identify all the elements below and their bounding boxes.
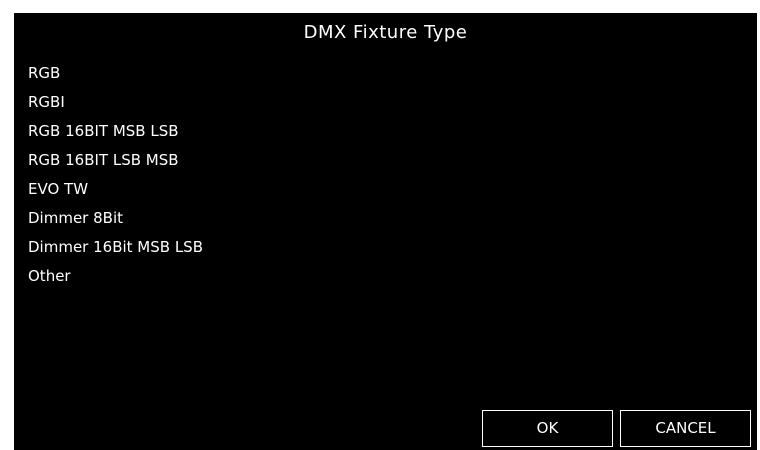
fixture-option-evo-tw[interactable]: EVO TW bbox=[28, 175, 203, 204]
fixture-option-rgb-16bit-lsb-msb[interactable]: RGB 16BIT LSB MSB bbox=[28, 146, 203, 175]
fixture-option-other[interactable]: Other bbox=[28, 262, 203, 291]
fixture-type-list: RGB RGBI RGB 16BIT MSB LSB RGB 16BIT LSB… bbox=[28, 59, 203, 291]
fixture-option-rgbi[interactable]: RGBI bbox=[28, 88, 203, 117]
fixture-option-rgb[interactable]: RGB bbox=[28, 59, 203, 88]
ok-button[interactable]: OK bbox=[482, 410, 613, 447]
fixture-option-dimmer-8bit[interactable]: Dimmer 8Bit bbox=[28, 204, 203, 233]
dialog-title: DMX Fixture Type bbox=[303, 22, 468, 43]
fixture-option-rgb-16bit-msb-lsb[interactable]: RGB 16BIT MSB LSB bbox=[28, 117, 203, 146]
fixture-type-dialog: DMX Fixture Type RGB RGBI RGB 16BIT MSB … bbox=[14, 13, 757, 450]
fixture-option-dimmer-16bit-msb-lsb[interactable]: Dimmer 16Bit MSB LSB bbox=[28, 233, 203, 262]
cancel-button[interactable]: CANCEL bbox=[620, 410, 751, 447]
